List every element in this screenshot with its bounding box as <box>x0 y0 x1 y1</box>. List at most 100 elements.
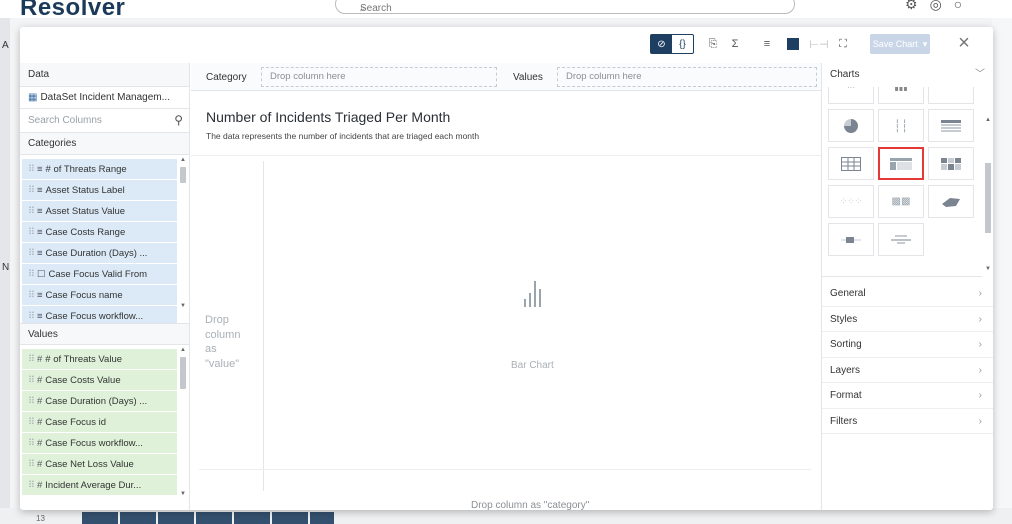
scroll-down-icon[interactable]: ▼ <box>180 303 186 309</box>
drag-handle-icon[interactable]: ⠿ <box>28 459 35 470</box>
chart-type-tile[interactable] <box>828 223 874 256</box>
value-drop-zone[interactable]: Drop column as "value" <box>205 313 240 371</box>
drag-handle-icon[interactable]: ⠿ <box>28 354 35 365</box>
charts-scrollbar[interactable] <box>985 163 991 233</box>
section-general[interactable]: General › <box>822 281 993 307</box>
chart-type-tile[interactable] <box>928 185 974 218</box>
view-toggle: ⊘ {} <box>650 34 694 54</box>
editor-toolbar: ⊘ {} ⎘ Σ ≡ ⊢⊣ ⛶ Save Chart ▾ × <box>20 27 993 63</box>
sigma-icon[interactable]: Σ <box>726 34 744 54</box>
column-item[interactable]: ⠿ ≡ Case Duration (Days) ... <box>22 243 177 264</box>
column-search-input[interactable]: Search Columns <box>28 115 102 126</box>
column-item[interactable]: ⠿ # Case Focus workflow... <box>22 433 177 454</box>
chart-type-tile[interactable]: ··· <box>828 87 874 104</box>
section-format[interactable]: Format › <box>822 383 993 409</box>
drag-handle-icon[interactable]: ⠿ <box>28 248 35 259</box>
categories-scrollbar[interactable] <box>180 167 186 183</box>
drag-handle-icon[interactable]: ⠿ <box>28 206 35 217</box>
save-chart-button[interactable]: Save Chart ▾ <box>870 34 930 54</box>
chart-subtitle[interactable]: The data represents the number of incide… <box>206 131 479 141</box>
filter-icon[interactable]: ≡ <box>758 34 776 54</box>
color-square-icon[interactable] <box>784 34 802 54</box>
drag-handle-icon[interactable]: ⠿ <box>28 375 35 386</box>
scroll-down-icon[interactable]: ▼ <box>985 266 991 272</box>
chevron-down-icon: ﹀ <box>975 69 985 80</box>
charts-section-header[interactable]: Charts ﹀ <box>822 63 993 87</box>
close-icon[interactable]: × <box>953 31 975 55</box>
column-item[interactable]: ⠿ ≡ Asset Status Label <box>22 180 177 201</box>
chart-type-tile[interactable] <box>828 109 874 142</box>
drag-handle-icon[interactable]: ⠿ <box>28 311 35 322</box>
column-item[interactable]: ⠿ ≡ Case Focus name <box>22 285 177 306</box>
chevron-right-icon: › <box>978 288 982 299</box>
column-item[interactable]: ⠿ ≡ Case Focus workflow... <box>22 306 177 323</box>
column-label: Case Duration (Days) ... <box>45 396 148 407</box>
section-filters[interactable]: Filters › <box>822 409 993 434</box>
values-drop-zone[interactable]: Drop column here <box>557 67 817 87</box>
column-item[interactable]: ⠿ # Case Duration (Days) ... <box>22 391 177 412</box>
drag-handle-icon[interactable]: ⠿ <box>28 417 35 428</box>
user-icon[interactable]: ○ <box>954 0 974 12</box>
scroll-up-icon[interactable]: ▲ <box>985 117 991 123</box>
column-item[interactable]: ⠿ # Incident Average Dur... <box>22 475 177 496</box>
column-item[interactable]: ⠿ ≡ # of Threats Range <box>22 159 177 180</box>
chart-type-tile[interactable]: ⌒ <box>928 87 974 104</box>
column-type-icon: # <box>36 480 43 491</box>
values-header: Values <box>20 323 189 345</box>
section-styles[interactable]: Styles › <box>822 307 993 332</box>
code-view-button[interactable]: {} <box>672 35 693 53</box>
drag-handle-icon[interactable]: ⠿ <box>28 396 35 407</box>
column-label: Case Costs Range <box>45 227 126 238</box>
column-type-icon: ≡ <box>36 185 43 196</box>
drag-handle-icon[interactable]: ⠿ <box>28 269 35 280</box>
section-label: Layers <box>830 364 861 376</box>
column-type-icon: ≡ <box>36 164 43 175</box>
drag-handle-icon[interactable]: ⠿ <box>28 185 35 196</box>
chart-type-tile[interactable] <box>928 109 974 142</box>
gear-icon[interactable]: ⚙ <box>905 0 930 12</box>
column-item[interactable]: ⠿ # # of Threats Value <box>22 349 177 370</box>
drop-value-line: Drop <box>205 314 229 326</box>
column-item[interactable]: ⠿ # Case Focus id <box>22 412 177 433</box>
column-item[interactable]: ⠿ # Case Costs Value <box>22 370 177 391</box>
chart-type-tile[interactable] <box>928 147 974 180</box>
chevron-right-icon: › <box>978 339 982 350</box>
drag-handle-icon[interactable]: ⠿ <box>28 438 35 449</box>
category-drop-hint[interactable]: Drop column as "category" <box>471 500 589 510</box>
column-item[interactable]: ⠿ ≡ Asset Status Value <box>22 201 177 222</box>
values-scrollbar[interactable] <box>180 357 186 389</box>
chart-type-tile[interactable]: ⁘⁘⁘ <box>828 185 874 218</box>
chart-title[interactable]: Number of Incidents Triaged Per Month <box>206 109 450 125</box>
category-drop-zone[interactable]: Drop column here <box>261 67 497 87</box>
chart-type-tile[interactable]: ┆┆ <box>878 109 924 142</box>
drag-handle-icon[interactable]: ⠿ <box>28 290 35 301</box>
drop-value-line: column <box>205 328 241 341</box>
drag-handle-icon[interactable]: ⠿ <box>28 164 35 175</box>
column-item[interactable]: ⠿ # Case Net Loss Value <box>22 454 177 475</box>
chart-type-tile[interactable] <box>828 147 874 180</box>
chart-type-tile[interactable]: ▩▩ <box>878 185 924 218</box>
drag-handle-icon[interactable]: ⠿ <box>28 480 35 491</box>
column-type-icon: ≡ <box>36 248 43 259</box>
chart-type-tile-selected[interactable] <box>878 147 924 180</box>
global-search[interactable]: ⌕ Search <box>335 0 795 14</box>
search-icon[interactable]: ⚲ <box>174 113 183 127</box>
chart-type-tile[interactable]: ▮▮▮ <box>878 87 924 104</box>
export-icon[interactable]: ⎘ <box>704 34 722 54</box>
drag-handle-icon[interactable]: ⠿ <box>28 227 35 238</box>
column-item[interactable]: ⠿ ≡ Case Costs Range <box>22 222 177 243</box>
fullscreen-icon[interactable]: ⛶ <box>834 34 852 54</box>
scroll-up-icon[interactable]: ▲ <box>180 157 186 163</box>
chart-type-tile[interactable] <box>878 223 924 256</box>
column-search[interactable]: Search Columns ⚲ <box>20 109 189 133</box>
help-icon[interactable]: ◎ <box>930 0 954 12</box>
visual-view-button[interactable]: ⊘ <box>651 35 672 53</box>
column-item[interactable]: ⠿ ☐ Case Focus Valid From <box>22 264 177 285</box>
column-label: # of Threats Range <box>45 164 127 175</box>
scroll-down-icon[interactable]: ▼ <box>180 491 186 497</box>
fit-width-icon[interactable]: ⊢⊣ <box>809 34 828 54</box>
scroll-up-icon[interactable]: ▲ <box>180 347 186 353</box>
section-sorting[interactable]: Sorting › <box>822 332 993 358</box>
dataset-selector[interactable]: ▦ DataSet Incident Managem... <box>20 87 189 109</box>
section-layers[interactable]: Layers › <box>822 358 993 383</box>
